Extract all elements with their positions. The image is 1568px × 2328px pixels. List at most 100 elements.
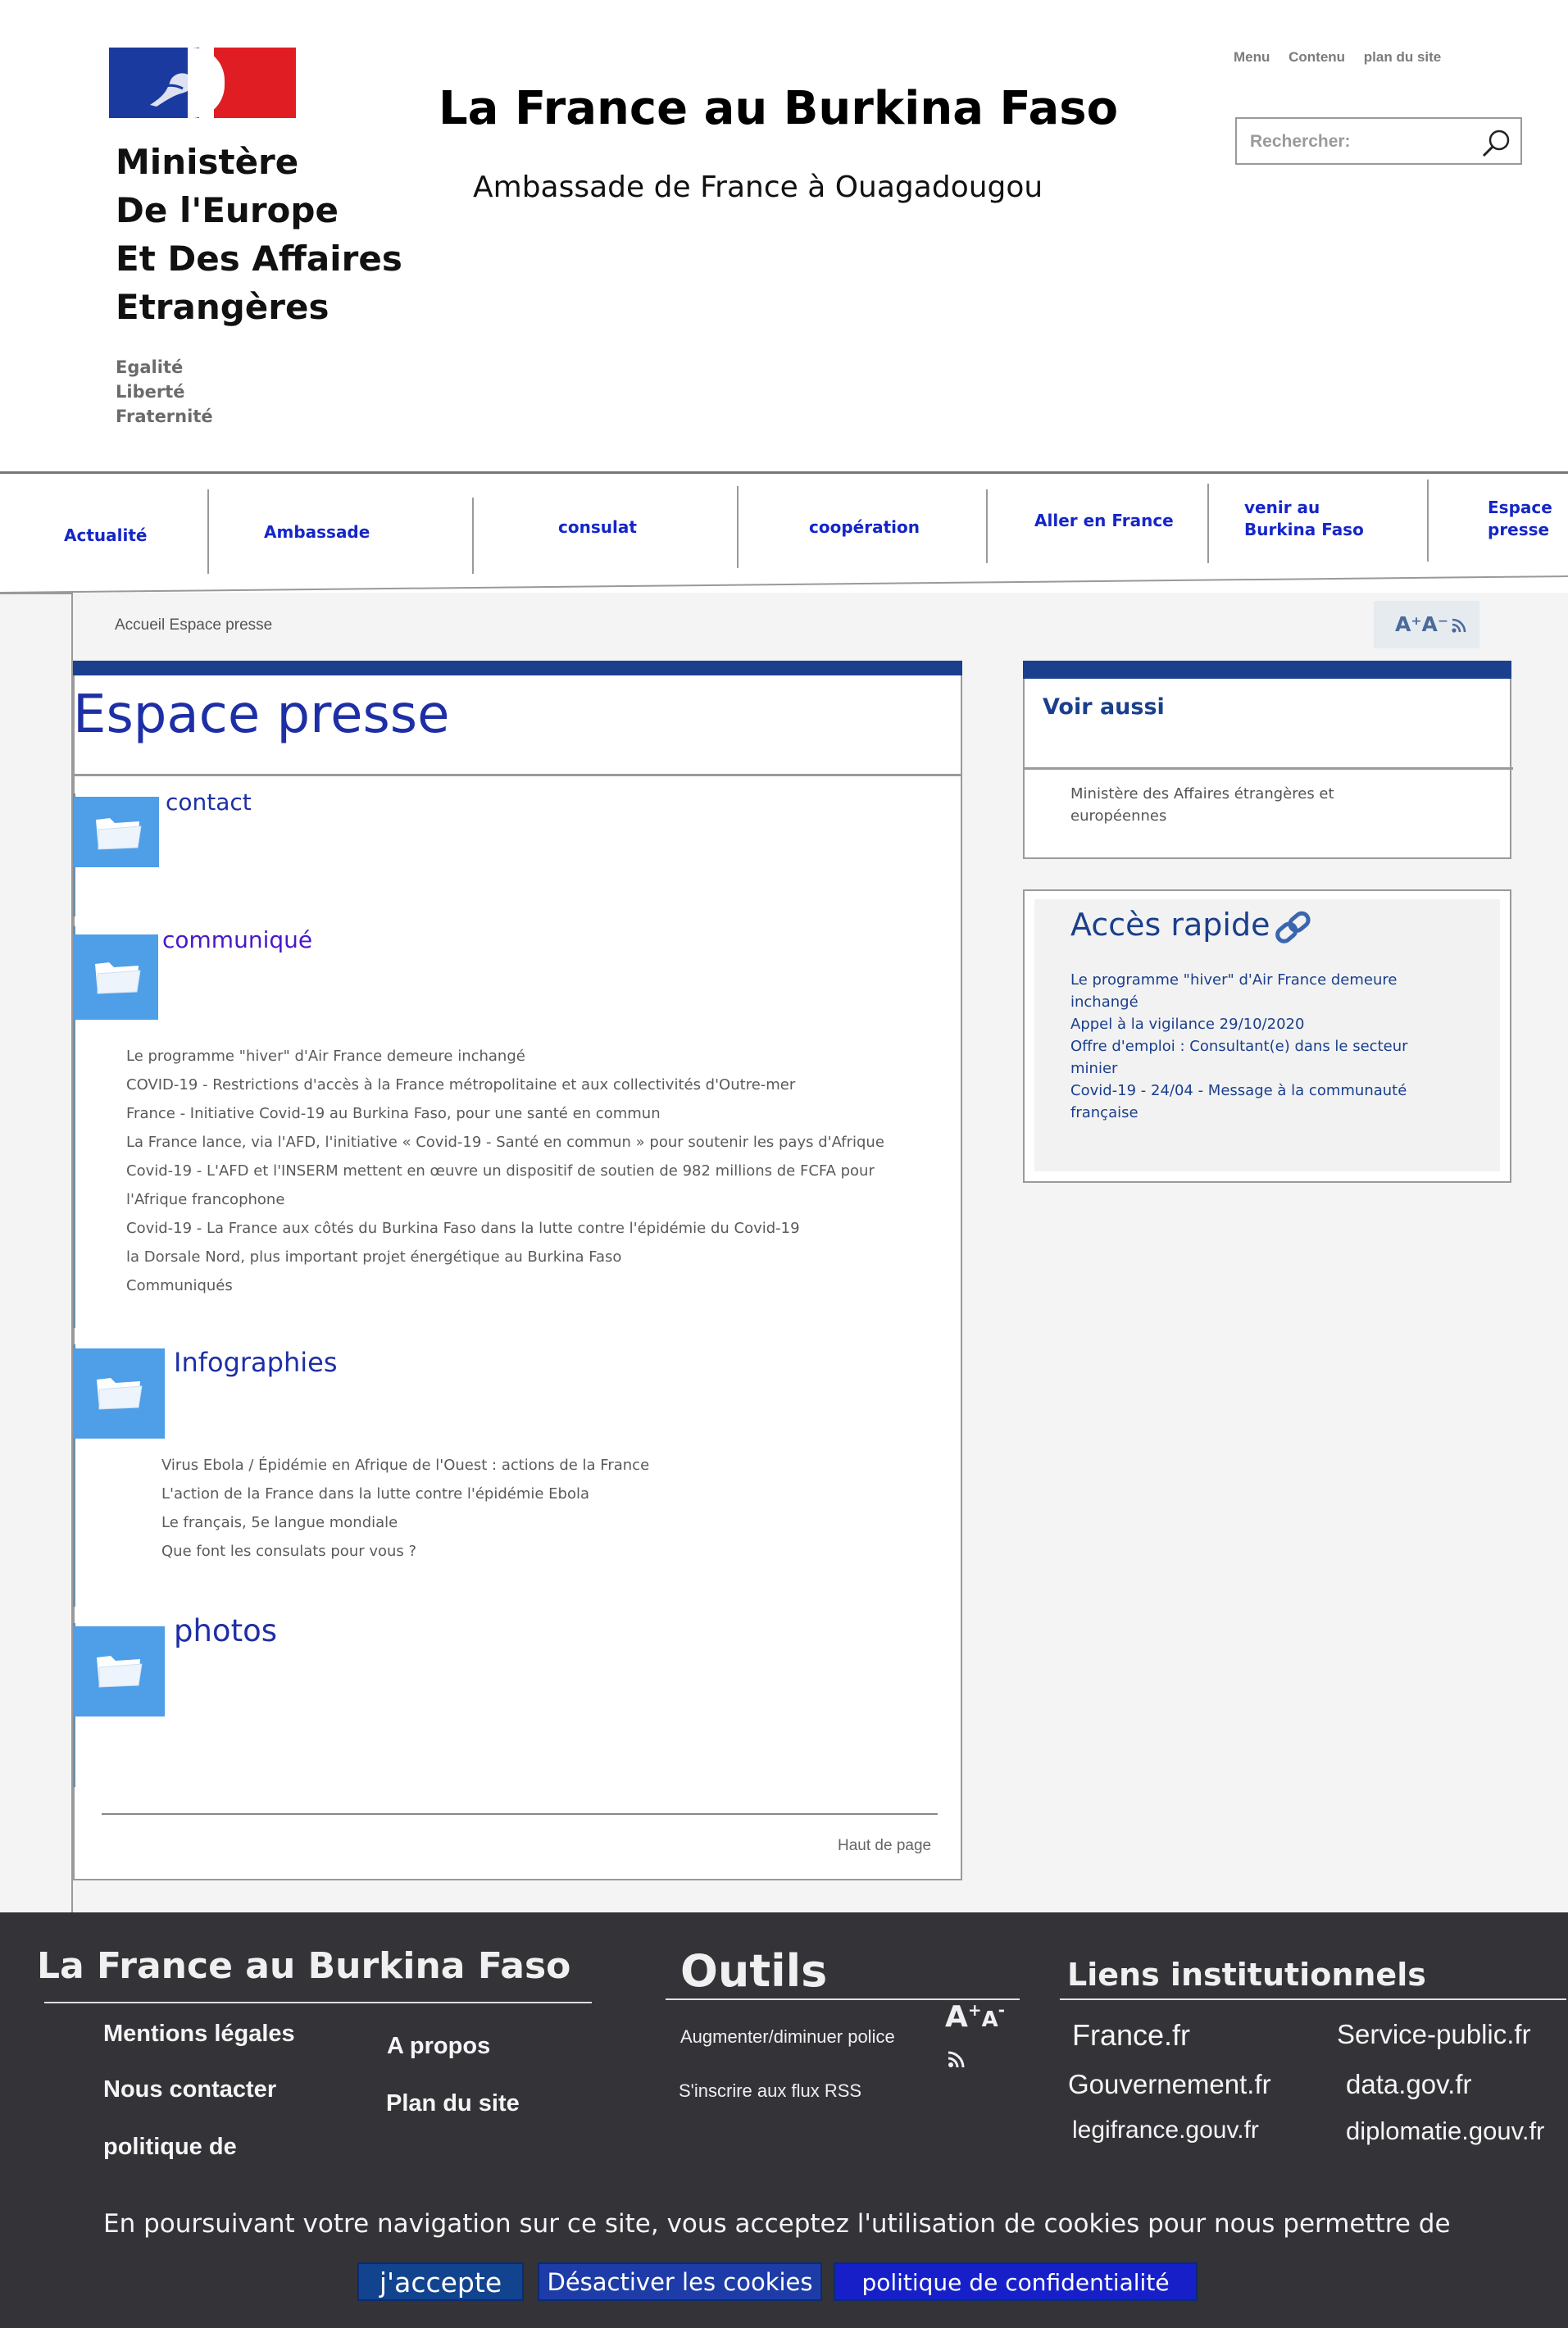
section-title-photos[interactable]: photos — [174, 1613, 277, 1648]
footer-link-diplomatie[interactable]: diplomatie.gouv.fr — [1346, 2117, 1544, 2146]
list-item[interactable]: France - Initiative Covid-19 au Burkina … — [126, 1099, 884, 1128]
list-item[interactable]: Le programme "hiver" d'Air France demeur… — [1070, 969, 1415, 1013]
footer-link-a-propos[interactable]: A propos — [387, 2033, 490, 2060]
folder-icon[interactable] — [73, 1348, 165, 1439]
list-item[interactable]: Covid-19 - L'AFD et l'INSERM mettent en … — [126, 1157, 884, 1185]
list-item[interactable]: Communiqués — [126, 1271, 884, 1300]
footer-tool-rss[interactable]: S'inscrire aux flux RSS — [679, 2080, 861, 2102]
list-item[interactable]: l'Afrique francophone — [126, 1185, 884, 1214]
nav-item-ambassade[interactable]: Ambassade — [264, 521, 370, 543]
nav-item-venir-au-burkina[interactable]: venir au Burkina Faso — [1244, 497, 1367, 541]
cookie-disable-button[interactable]: Désactiver les cookies — [538, 2262, 822, 2301]
ministry-line: Etrangères — [116, 287, 330, 327]
list-item[interactable]: Que font les consulats pour vous ? — [161, 1537, 649, 1566]
footer-link-legifrance[interactable]: legifrance.gouv.fr — [1072, 2117, 1259, 2144]
footer-link-politique[interactable]: politique de — [103, 2134, 237, 2161]
title-divider — [73, 774, 962, 776]
footer-link-contact[interactable]: Nous contacter — [103, 2076, 276, 2103]
search-icon[interactable] — [1479, 127, 1512, 160]
motto-line: Fraternité — [116, 407, 213, 426]
list-item[interactable]: COVID-19 - Restrictions d'accès à la Fra… — [126, 1071, 884, 1099]
left-rail — [0, 593, 73, 1912]
link-icon — [1275, 911, 1311, 943]
top-link-menu[interactable]: Menu — [1234, 49, 1270, 65]
acces-rapide-list: Le programme "hiver" d'Air France demeur… — [1070, 969, 1415, 1124]
search-input[interactable] — [1250, 130, 1471, 153]
voir-aussi-divider — [1023, 767, 1513, 770]
motto-line: Egalité — [116, 357, 184, 377]
nav-item-consulat[interactable]: consulat — [558, 516, 637, 539]
list-item[interactable]: Covid-19 - La France aux côtés du Burkin… — [126, 1214, 884, 1243]
voir-aussi-link[interactable]: Ministère des Affaires étrangères et eur… — [1070, 783, 1382, 827]
folder-icon[interactable] — [73, 1626, 165, 1716]
marianne-logo[interactable] — [109, 48, 296, 118]
footer-rss-icon[interactable] — [947, 2049, 966, 2069]
page-title: Espace presse — [73, 684, 450, 745]
list-item[interactable]: Virus Ebola / Épidémie en Afrique de l'O… — [161, 1451, 649, 1480]
nav-bottom-border — [0, 575, 1568, 593]
footer-tool-font[interactable]: Augmenter/diminuer police — [680, 2026, 895, 2048]
footer-site-title: La France au Burkina Faso — [37, 1945, 571, 1987]
back-to-top-link[interactable]: Haut de page — [838, 1837, 931, 1855]
nav-item-actualite[interactable]: Actualité — [64, 525, 147, 547]
page-tools: A⁺A⁻ — [1374, 601, 1479, 648]
footer-link-service-public[interactable]: Service-public.fr — [1337, 2019, 1531, 2050]
breadcrumb[interactable]: Accueil Espace presse — [115, 616, 272, 634]
nav-separator — [472, 498, 474, 574]
cookie-policy-button[interactable]: politique de confidentialité — [834, 2262, 1198, 2301]
search-box — [1235, 117, 1522, 165]
nav-item-espace-presse[interactable]: Espace presse — [1488, 497, 1561, 541]
top-link-contenu[interactable]: Contenu — [1288, 49, 1345, 65]
cookie-notice: En poursuivant votre navigation sur ce s… — [103, 2209, 1451, 2239]
list-item[interactable]: Covid-19 - 24/04 - Message à la communau… — [1070, 1080, 1415, 1124]
voir-aussi-title: Voir aussi — [1043, 694, 1165, 720]
nav-item-aller-en-france[interactable]: Aller en France — [1034, 510, 1174, 532]
nav-item-cooperation[interactable]: coopération — [809, 516, 920, 539]
footer-rule — [44, 2002, 592, 2003]
nav-separator — [1207, 484, 1209, 563]
content-topbar — [73, 661, 962, 675]
footer-institutional-title: Liens institutionnels — [1067, 1957, 1426, 1993]
list-item[interactable]: La France lance, via l'AFD, l'initiative… — [126, 1128, 884, 1157]
list-item[interactable]: Appel à la vigilance 29/10/2020 — [1070, 1013, 1415, 1035]
nav-separator — [1427, 480, 1429, 562]
section-title-contact[interactable]: contact — [166, 789, 252, 816]
folder-icon[interactable] — [74, 797, 159, 867]
infographies-list: Virus Ebola / Épidémie en Afrique de l'O… — [161, 1451, 649, 1566]
top-links: Menu Contenu plan du site — [1234, 49, 1456, 66]
footer-font-size-icon[interactable]: A+A- — [945, 2000, 1005, 2034]
footer-link-data-gov[interactable]: data.gov.fr — [1346, 2069, 1471, 2100]
list-item[interactable]: L'action de la France dans la lutte cont… — [161, 1480, 649, 1508]
site-title[interactable]: La France au Burkina Faso — [439, 82, 1118, 135]
list-item[interactable]: Offre d'emploi : Consultant(e) dans le s… — [1070, 1035, 1415, 1080]
back-to-top-rule — [102, 1813, 938, 1815]
acces-rapide-title: Accès rapide — [1070, 907, 1270, 943]
communique-list: Le programme "hiver" d'Air France demeur… — [126, 1042, 884, 1300]
footer-rule — [1060, 1998, 1566, 2000]
ministry-line: Ministère — [116, 142, 299, 182]
ministry-name: Ministère De l'Europe Et Des Affaires Et… — [116, 138, 402, 331]
footer-link-mentions[interactable]: Mentions légales — [103, 2021, 295, 2048]
ministry-line: Et Des Affaires — [116, 239, 402, 279]
font-size-toggle[interactable]: A⁺A⁻ — [1395, 612, 1448, 636]
footer-link-gouvernement[interactable]: Gouvernement.fr — [1068, 2069, 1271, 2100]
folder-icon[interactable] — [73, 934, 158, 1020]
footer-tools-title: Outils — [680, 1945, 828, 1997]
list-item[interactable]: Le programme "hiver" d'Air France demeur… — [126, 1042, 884, 1071]
section-title-communique[interactable]: communiqué — [162, 926, 312, 953]
republic-motto: Egalité Liberté Fraternité — [116, 355, 213, 429]
list-item[interactable]: Le français, 5e langue mondiale — [161, 1508, 649, 1537]
site-subtitle: Ambassade de France à Ouagadougou — [473, 171, 1043, 204]
nav-separator — [737, 486, 739, 568]
list-item[interactable]: la Dorsale Nord, plus important projet é… — [126, 1243, 884, 1271]
cookie-accept-button[interactable]: j'accepte — [357, 2262, 524, 2301]
footer-link-plan-du-site[interactable]: Plan du site — [386, 2090, 520, 2117]
footer-link-france-fr[interactable]: France.fr — [1072, 2018, 1190, 2053]
nav-separator — [207, 489, 209, 574]
top-link-plan[interactable]: plan du site — [1364, 49, 1441, 65]
section-title-infographies[interactable]: Infographies — [174, 1347, 337, 1378]
rss-icon[interactable] — [1451, 617, 1467, 634]
voir-aussi-box — [1023, 661, 1511, 859]
voir-aussi-topbar — [1023, 661, 1511, 679]
motto-line: Liberté — [116, 382, 185, 402]
